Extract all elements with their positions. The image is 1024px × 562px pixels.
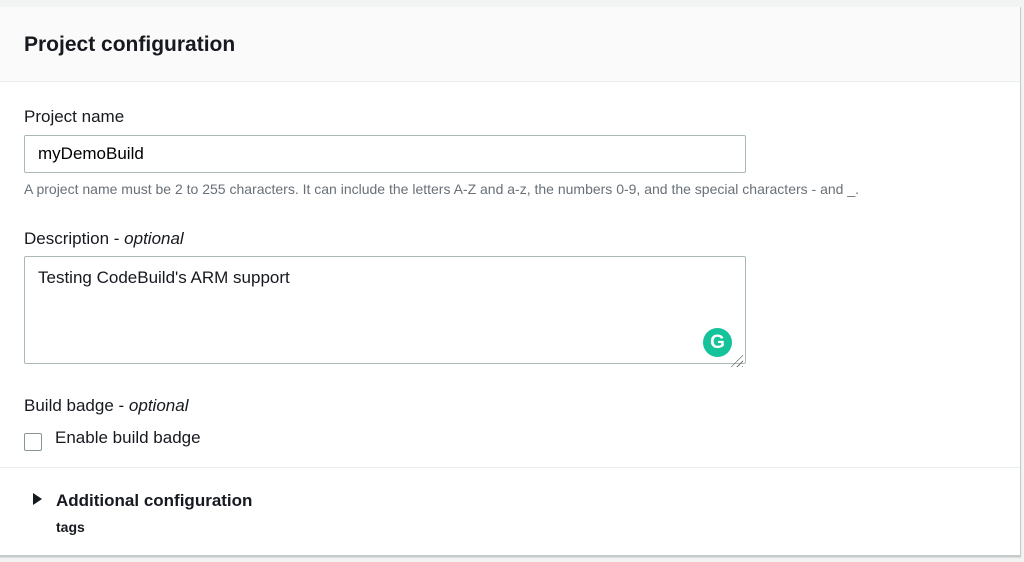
build-badge-label: Build badge - optional	[24, 396, 189, 415]
panel-header: Project configuration	[0, 7, 1020, 82]
project-name-label: Project name	[24, 107, 125, 126]
build-badge-label-text: Build badge	[24, 396, 114, 415]
description-label: Description - optional	[24, 229, 184, 248]
additional-configuration-toggle[interactable]: Additional configuration	[56, 491, 252, 511]
enable-build-badge-label[interactable]: Enable build badge	[55, 428, 201, 448]
optional-tag: optional	[124, 229, 184, 248]
project-configuration-panel: Project configuration Project name A pro…	[0, 7, 1021, 557]
description-label-text: Description	[24, 229, 110, 248]
page-title: Project configuration	[24, 33, 236, 56]
grammarly-icon[interactable]: G	[703, 328, 732, 357]
optional-tag: optional	[128, 396, 189, 415]
project-name-hint: A project name must be 2 to 255 characte…	[24, 181, 860, 197]
project-name-input[interactable]	[24, 135, 746, 173]
description-value: Testing CodeBuild's ARM support	[38, 268, 290, 287]
additional-configuration-subtitle: tags	[56, 519, 85, 535]
caret-right-icon[interactable]	[33, 493, 42, 505]
enable-build-badge-checkbox[interactable]	[24, 433, 42, 451]
divider	[0, 467, 1020, 468]
description-textarea[interactable]: Testing CodeBuild's ARM support	[24, 256, 746, 364]
